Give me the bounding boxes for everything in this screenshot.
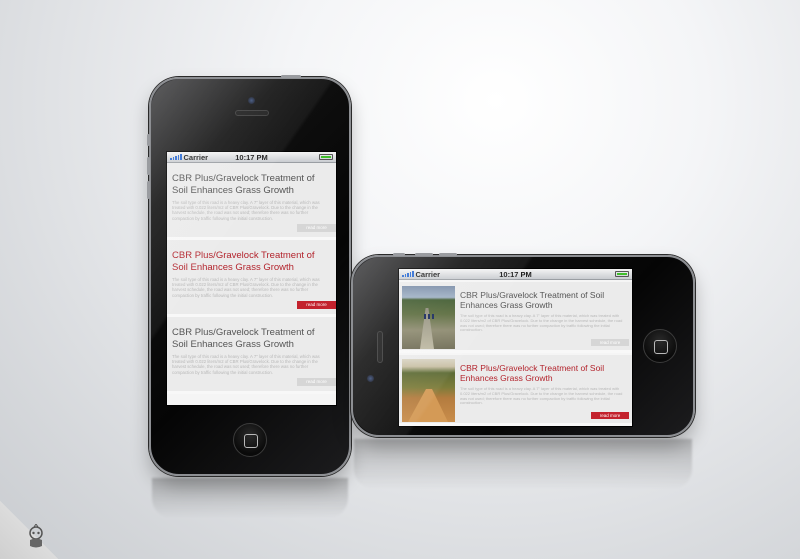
dirt-road-photo[interactable]	[402, 359, 455, 422]
mute-switch	[147, 134, 150, 146]
volume-up-button	[147, 157, 150, 175]
status-bar: Carrier 10:17 PM	[399, 269, 632, 280]
article-title[interactable]: CBR Plus/Gravelock Treatment of Soil Enh…	[460, 363, 629, 383]
earpiece-speaker	[377, 331, 383, 363]
battery-icon	[319, 154, 333, 160]
signal-bars-icon	[170, 154, 182, 160]
article-title[interactable]: CBR Plus/Gravelock Treatment of Soil Enh…	[172, 250, 331, 273]
status-bar: Carrier 10:17 PM	[167, 152, 336, 163]
volume-down-button	[147, 181, 150, 199]
clock: 10:17 PM	[235, 152, 268, 162]
portrait-phone-reflection	[152, 478, 348, 518]
volume-down-button	[439, 253, 457, 256]
article-title[interactable]: CBR Plus/Gravelock Treatment of Soil Enh…	[172, 173, 331, 196]
article-excerpt: The soil type of this road is a heavy cl…	[172, 200, 320, 221]
front-camera	[248, 97, 255, 104]
landscape-screen: Carrier 10:17 PM CBR Plus/Gravelock Trea…	[398, 268, 633, 427]
article-card[interactable]: CBR Plus/Gravelock Treatment of Soil Enh…	[399, 355, 632, 426]
portrait-phone: Carrier 10:17 PM CBR Plus/Gravelock Trea…	[147, 75, 351, 476]
read-more-button[interactable]: read more	[297, 378, 336, 386]
article-card[interactable]: CBR Plus/Gravelock Treatment of Soil Enh…	[167, 240, 336, 317]
article-card[interactable]: CBR Plus/Gravelock Treatment of Soil Enh…	[167, 317, 336, 394]
front-camera	[367, 375, 374, 382]
signal-bars-icon	[402, 271, 414, 277]
carrier-label: Carrier	[183, 152, 209, 162]
mute-switch	[393, 253, 405, 256]
earpiece-speaker	[235, 110, 269, 116]
monkey-logo-icon	[29, 524, 43, 548]
article-title[interactable]: CBR Plus/Gravelock Treatment of Soil Enh…	[460, 290, 629, 310]
volume-up-button	[415, 253, 433, 256]
corner-fold	[0, 501, 58, 559]
article-title[interactable]: CBR Plus/Gravelock Treatment of Soil Enh…	[172, 327, 331, 350]
battery-icon	[615, 271, 629, 277]
article-excerpt: The soil type of this road is a heavy cl…	[172, 354, 320, 375]
clock: 10:17 PM	[499, 269, 532, 279]
power-button	[281, 75, 301, 78]
read-more-button[interactable]: read more	[297, 301, 336, 309]
article-excerpt: The soil type of this road is a heavy cl…	[460, 386, 623, 406]
read-more-button[interactable]: read more	[591, 339, 629, 346]
home-button-icon[interactable]	[643, 329, 677, 363]
landscape-phone: Carrier 10:17 PM CBR Plus/Gravelock Trea…	[351, 253, 695, 437]
portrait-screen: Carrier 10:17 PM CBR Plus/Gravelock Trea…	[166, 151, 337, 406]
article-excerpt: The soil type of this road is a heavy cl…	[172, 277, 320, 298]
road-with-people-photo[interactable]	[402, 286, 455, 349]
read-more-button[interactable]: read more	[297, 224, 336, 232]
article-excerpt: The soil type of this road is a heavy cl…	[460, 313, 623, 333]
article-card[interactable]: CBR Plus/Gravelock Treatment of Soil Enh…	[167, 163, 336, 240]
article-card[interactable]: CBR Plus/Gravelock Treatment of Soil Enh…	[399, 282, 632, 353]
landscape-phone-reflection	[354, 439, 692, 489]
read-more-button[interactable]: read more	[591, 412, 629, 419]
carrier-label: Carrier	[415, 269, 441, 279]
home-button-icon[interactable]	[233, 423, 267, 457]
